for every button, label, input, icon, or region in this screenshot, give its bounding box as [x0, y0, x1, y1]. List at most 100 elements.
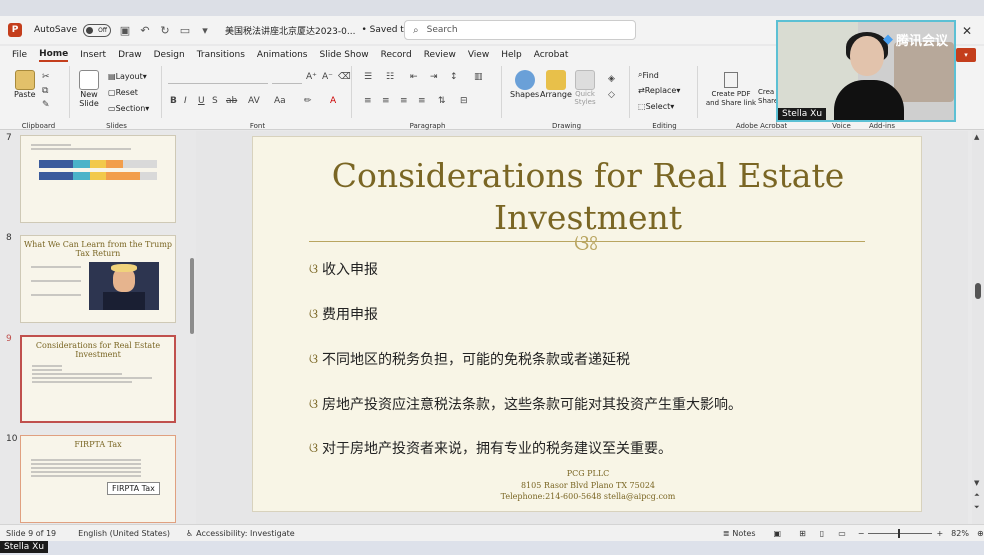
slide-thumbnail-7[interactable]	[20, 135, 176, 223]
font-name-select[interactable]	[168, 72, 268, 84]
slide-bullet[interactable]: ଓ 收入申报	[309, 259, 378, 279]
tab-view[interactable]: View	[468, 50, 489, 60]
slide-bullet[interactable]: ଓ 不同地区的税务负担，可能的免税条款或者递延税	[309, 349, 630, 369]
increase-indent-icon[interactable]: ⇥	[430, 72, 438, 82]
save-icon[interactable]: ▣	[119, 24, 131, 37]
scroll-down-icon[interactable]: ▼	[974, 479, 979, 487]
tab-file[interactable]: File	[12, 50, 27, 60]
shadow-button[interactable]: S	[212, 96, 218, 106]
replace-button[interactable]: ⇄ Replace ▾	[638, 86, 680, 95]
bold-button[interactable]: B	[170, 96, 177, 106]
slide-title[interactable]: Considerations for Real Estate Investmen…	[253, 155, 923, 239]
thumbnail-tooltip: FIRPTA Tax	[107, 482, 160, 495]
tab-home[interactable]: Home	[39, 49, 69, 62]
panel-scrollbar[interactable]	[190, 258, 194, 334]
paste-button[interactable]: Paste	[14, 70, 36, 99]
decrease-indent-icon[interactable]: ⇤	[410, 72, 418, 82]
share-button[interactable]: ▾	[956, 48, 976, 62]
slide-bullet[interactable]: ଓ 费用申报	[309, 304, 378, 324]
text-direction-icon[interactable]: ⇅	[438, 96, 446, 106]
align-left-icon[interactable]: ≡	[364, 96, 372, 106]
close-icon[interactable]: ✕	[962, 24, 972, 38]
scroll-up-icon[interactable]: ▲	[974, 133, 979, 141]
customize-icon[interactable]: ▾	[199, 24, 211, 37]
video-overlay[interactable]: ◆ 腾讯会议 Stella Xu	[776, 20, 956, 122]
decrease-font-icon[interactable]: A⁻	[322, 72, 333, 82]
numbering-icon[interactable]: ☷	[386, 72, 394, 82]
next-slide-icon[interactable]: ⏷	[974, 503, 980, 512]
italic-button[interactable]: I	[184, 96, 187, 106]
reading-view-icon[interactable]: ▯	[820, 529, 824, 538]
tab-record[interactable]: Record	[381, 50, 412, 60]
slideshow-icon[interactable]: ▭	[838, 529, 846, 538]
normal-view-icon[interactable]: ▣	[774, 529, 782, 538]
tab-design[interactable]: Design	[154, 50, 185, 60]
align-center-icon[interactable]: ≡	[382, 96, 390, 106]
bullets-icon[interactable]: ☰	[364, 72, 372, 82]
increase-font-icon[interactable]: A⁺	[306, 72, 317, 82]
bullet-text: 不同地区的税务负担，可能的免税条款或者递延税	[321, 352, 630, 368]
layout-button[interactable]: ▤ Layout ▾	[108, 72, 147, 81]
justify-icon[interactable]: ≡	[418, 96, 426, 106]
cut-icon[interactable]: ✂	[42, 72, 50, 82]
shapes-button[interactable]: Shapes	[510, 70, 539, 99]
tab-transitions[interactable]: Transitions	[197, 50, 245, 60]
change-case-button[interactable]: Aa	[274, 96, 286, 106]
fit-slide-icon[interactable]: ⊕	[977, 529, 984, 538]
slide-thumbnail-9[interactable]: Considerations for Real Estate Investmen…	[20, 335, 176, 423]
present-icon[interactable]: ▭	[179, 24, 191, 37]
underline-button[interactable]: U	[198, 96, 205, 106]
highlight-icon[interactable]: ✏	[304, 96, 312, 106]
zoom-level[interactable]: 82%	[951, 529, 969, 538]
reset-button[interactable]: ▢ Reset	[108, 88, 138, 97]
clear-format-icon[interactable]: ⌫	[338, 72, 351, 82]
align-right-icon[interactable]: ≡	[400, 96, 408, 106]
zoom-in-icon[interactable]: +	[936, 529, 943, 538]
zoom-slider[interactable]	[868, 528, 933, 538]
quick-styles-button[interactable]: Quick Styles	[572, 70, 598, 106]
tab-animations[interactable]: Animations	[257, 50, 308, 60]
shape-outline-icon[interactable]: ◇	[608, 90, 615, 100]
prev-slide-icon[interactable]: ⏶	[974, 491, 980, 500]
copy-icon[interactable]: ⧉	[42, 86, 48, 96]
strikethrough-button[interactable]: ab	[226, 96, 237, 106]
slide-sorter-icon[interactable]: ⊞	[799, 529, 806, 538]
select-button[interactable]: ⬚ Select ▾	[638, 102, 674, 111]
current-slide[interactable]: Considerations for Real Estate Investmen…	[252, 136, 922, 512]
accessibility-status[interactable]: ♿ Accessibility: Investigate	[186, 529, 295, 538]
slide-counter: Slide 9 of 19	[6, 528, 57, 538]
slide-thumbnail-8[interactable]: What We Can Learn from the Trump Tax Ret…	[20, 235, 176, 323]
shape-fill-icon[interactable]: ◈	[608, 74, 615, 84]
arrange-button[interactable]: Arrange	[540, 70, 572, 99]
format-painter-icon[interactable]: ✎	[42, 100, 50, 110]
tab-review[interactable]: Review	[424, 50, 456, 60]
columns-icon[interactable]: ▥	[474, 72, 483, 82]
slide-thumbnail-10[interactable]: FIRPTA Tax	[20, 435, 176, 523]
line-spacing-icon[interactable]: ↕	[450, 72, 458, 82]
create-share-button[interactable]: Crea Share	[758, 88, 778, 106]
canvas-scrollbar[interactable]: ▲ ▼ ⏶ ⏷	[972, 131, 984, 524]
char-spacing-button[interactable]: AV	[248, 96, 260, 106]
slide-bullet[interactable]: ଓ 房地产投资应注意税法条款，这些条款可能对其投资产生重大影响。	[309, 394, 742, 414]
tab-acrobat[interactable]: Acrobat	[534, 50, 569, 60]
language-status[interactable]: English (United States)	[78, 529, 170, 538]
tab-help[interactable]: Help	[501, 50, 522, 60]
search-input[interactable]: ⌕ Search	[404, 20, 636, 40]
font-color-button[interactable]: A	[330, 96, 336, 106]
align-text-icon[interactable]: ⊟	[460, 96, 468, 106]
section-button[interactable]: ▭ Section ▾	[108, 104, 149, 113]
font-size-select[interactable]	[272, 72, 302, 84]
tab-draw[interactable]: Draw	[118, 50, 142, 60]
scroll-thumb[interactable]	[975, 283, 981, 299]
autosave-toggle[interactable]: Off	[83, 23, 111, 37]
tab-insert[interactable]: Insert	[80, 50, 106, 60]
new-slide-button[interactable]: New Slide	[76, 70, 102, 108]
zoom-out-icon[interactable]: −	[858, 529, 865, 538]
tab-slide-show[interactable]: Slide Show	[319, 50, 368, 60]
create-pdf-button[interactable]: Create PDF and Share link	[704, 72, 758, 108]
undo-icon[interactable]: ↶	[139, 24, 151, 37]
find-button[interactable]: ⌕ Find	[638, 70, 659, 80]
notes-button[interactable]: ≣ Notes	[723, 529, 756, 538]
slide-bullet[interactable]: ଓ 对于房地产投资者来说，拥有专业的税务建议至关重要。	[309, 438, 672, 458]
redo-icon[interactable]: ↻	[159, 24, 171, 37]
